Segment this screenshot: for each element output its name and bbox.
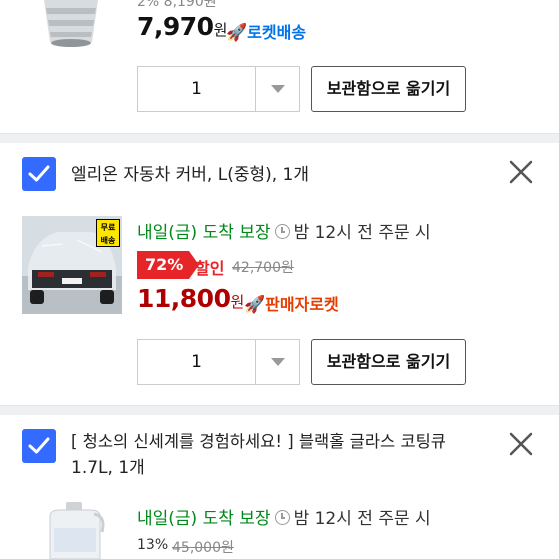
rocket-delivery-badge: 🚀로켓배송 bbox=[226, 19, 306, 43]
item-checkbox[interactable] bbox=[22, 429, 56, 463]
chevron-down-icon[interactable] bbox=[271, 85, 285, 93]
section-divider bbox=[0, 133, 559, 143]
free-shipping-badge: 무료 배송 bbox=[96, 219, 120, 247]
product-thumbnail-jug[interactable] bbox=[36, 500, 116, 559]
checkmark-icon bbox=[28, 437, 50, 454]
move-to-wishlist-button[interactable]: 보관함으로 옮기기 bbox=[311, 66, 466, 112]
quantity-value: 1 bbox=[191, 352, 202, 372]
delivery-date: 내일(금) 도착 보장 bbox=[137, 223, 271, 243]
product-title-line1[interactable]: [ 청소의 신세계를 경험하세요! ] 블랙홀 글라스 코팅큐 bbox=[71, 429, 446, 455]
delivery-date: 내일(금) 도착 보장 bbox=[137, 509, 271, 529]
discount-label: 할인 bbox=[195, 259, 225, 278]
clock-icon bbox=[274, 510, 290, 525]
rocket-icon: 🚀 bbox=[244, 295, 266, 315]
checkmark-icon bbox=[28, 165, 50, 182]
quantity-divider bbox=[255, 67, 256, 111]
seller-rocket-badge: 🚀판매자로켓 bbox=[244, 291, 339, 315]
price-value: 7,970 bbox=[137, 12, 214, 41]
move-to-wishlist-button[interactable]: 보관함으로 옮기기 bbox=[311, 339, 466, 385]
clock-icon bbox=[274, 224, 290, 239]
delivery-guarantee: 내일(금) 도착 보장 밤 12시 전 주문 시 bbox=[137, 504, 431, 529]
partial-discount-text: 2% 8,190원 bbox=[137, 0, 217, 10]
delivery-condition: 밤 12시 전 주문 시 bbox=[293, 223, 431, 243]
product-thumbnail-car-cover[interactable]: 무료 배송 bbox=[22, 216, 122, 314]
quantity-value: 1 bbox=[191, 79, 202, 99]
item-checkbox[interactable] bbox=[22, 157, 56, 191]
chevron-down-icon[interactable] bbox=[271, 358, 285, 366]
quantity-divider bbox=[255, 340, 256, 384]
close-icon[interactable] bbox=[507, 158, 537, 188]
original-price: 45,000원 bbox=[172, 540, 234, 556]
price-value: 11,800 bbox=[137, 284, 231, 313]
discount-text: 13% bbox=[137, 537, 169, 553]
price: 7,970원 bbox=[137, 12, 227, 41]
section-divider bbox=[0, 405, 559, 415]
rocket-delivery-label: 로켓배송 bbox=[247, 23, 307, 42]
discount-badge: 72% bbox=[137, 251, 199, 279]
delivery-guarantee: 내일(금) 도착 보장 밤 12시 전 주문 시 bbox=[137, 218, 431, 243]
product-title-line2[interactable]: 1.7L, 1개 bbox=[71, 455, 145, 481]
original-price: 42,700원 bbox=[232, 260, 294, 276]
price: 11,800원 bbox=[137, 284, 244, 313]
rocket-icon: 🚀 bbox=[226, 23, 248, 43]
seller-rocket-label: 판매자로켓 bbox=[265, 295, 339, 314]
close-icon[interactable] bbox=[507, 430, 537, 460]
product-title[interactable]: 엘리온 자동차 커버, L(중형), 1개 bbox=[71, 162, 309, 188]
quantity-select[interactable]: 1 bbox=[137, 66, 300, 112]
price-currency: 원 bbox=[230, 293, 244, 311]
quantity-select[interactable]: 1 bbox=[137, 339, 300, 385]
price-currency: 원 bbox=[213, 21, 228, 39]
delivery-condition: 밤 12시 전 주문 시 bbox=[293, 509, 431, 529]
product-thumbnail-bucket[interactable] bbox=[36, 0, 106, 48]
